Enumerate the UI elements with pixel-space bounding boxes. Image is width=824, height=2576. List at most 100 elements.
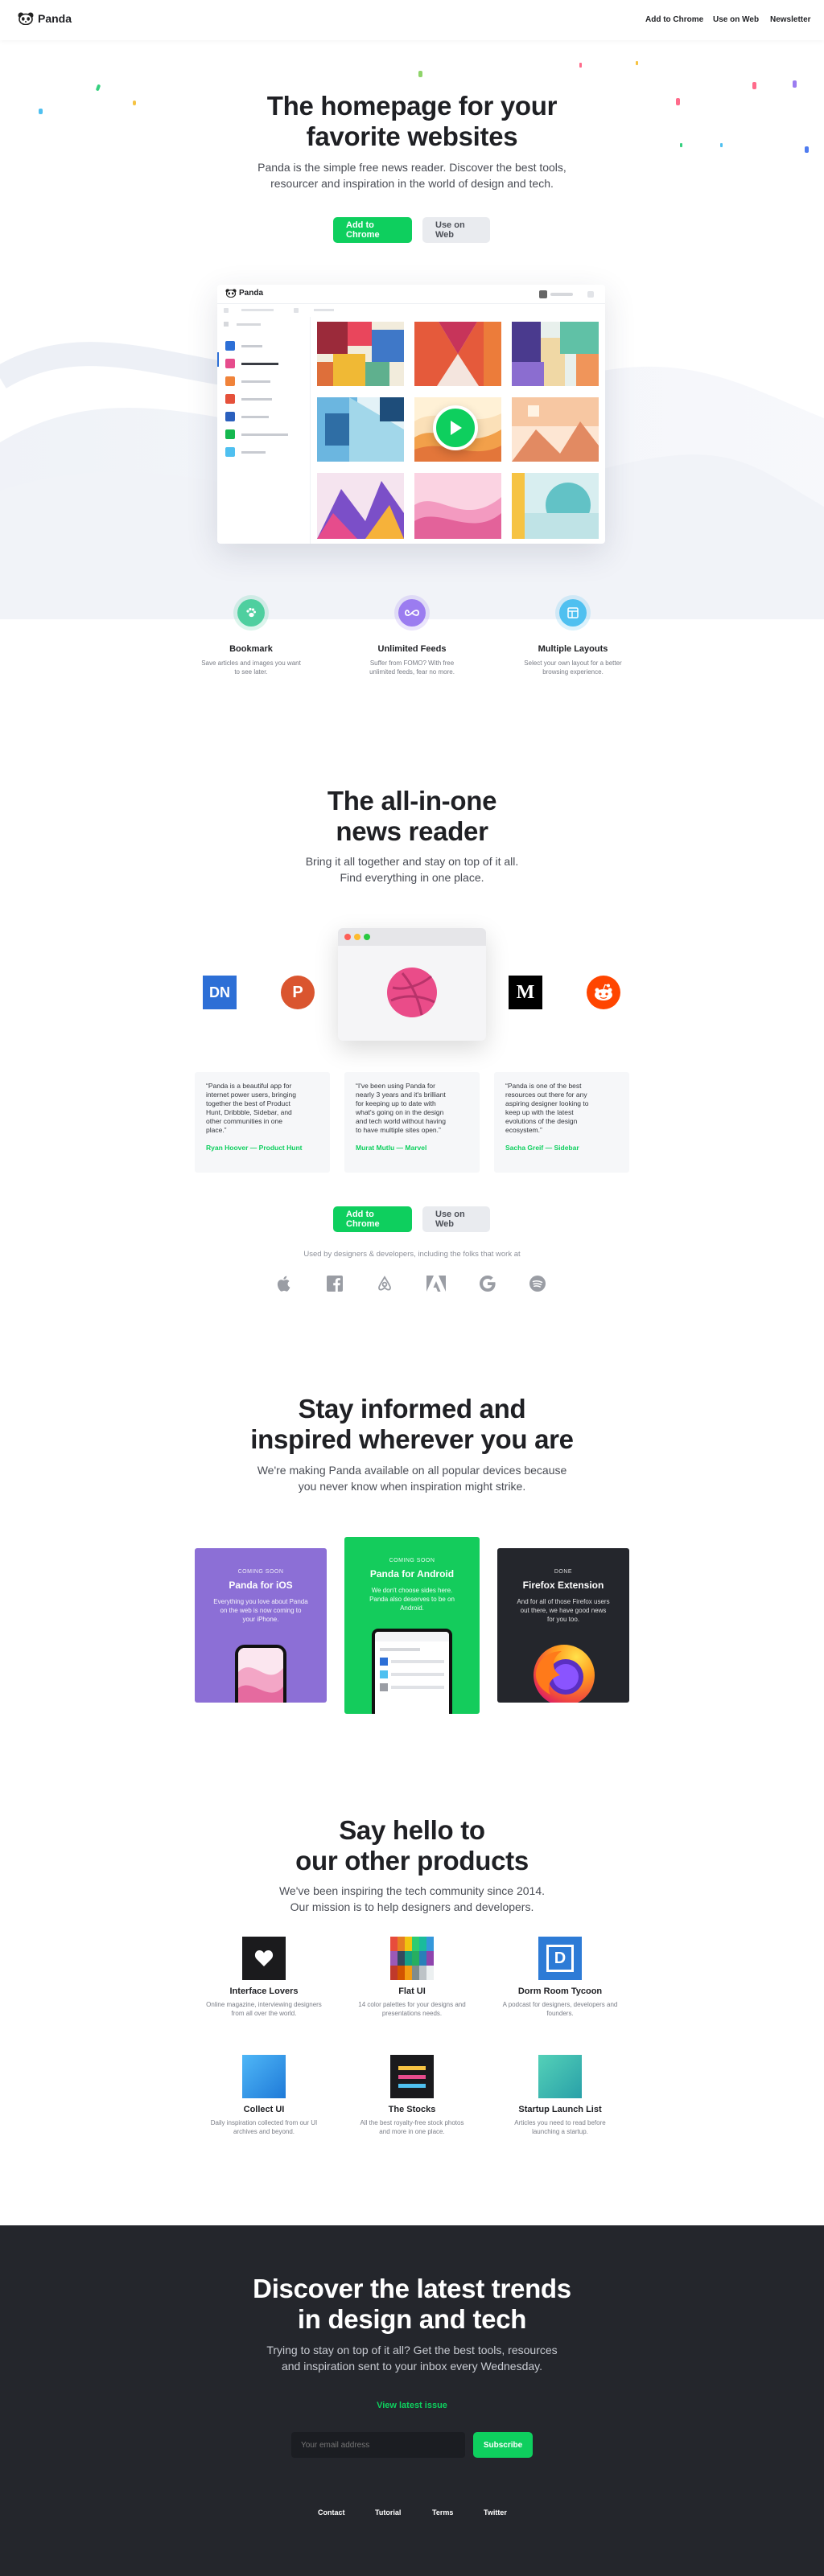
- device-card-firefox[interactable]: DONE Firefox Extension And for all of th…: [497, 1548, 629, 1703]
- nav-use-on-web[interactable]: Use on Web: [713, 15, 759, 24]
- product-title: Dorm Room Tycoon: [517, 1986, 603, 1996]
- dribbble-icon: [387, 968, 437, 1017]
- app-preview-header: Panda: [217, 285, 605, 304]
- subscribe-button[interactable]: Subscribe: [473, 2432, 533, 2458]
- used-by-text: Used by designers & developers, includin…: [303, 1250, 521, 1259]
- browser-mockup: [338, 928, 486, 1041]
- footer-twitter-link[interactable]: Twitter: [484, 2508, 507, 2516]
- hero-subtitle-line2: resourcer and inspiration in the world o…: [270, 177, 554, 190]
- email-input[interactable]: [291, 2432, 465, 2458]
- feature-title: Multiple Layouts: [538, 644, 608, 654]
- footer-terms-link[interactable]: Terms: [432, 2508, 453, 2516]
- feature-desc: Suffer from FOMO? With free unlimited fee…: [369, 659, 455, 676]
- palette-icon: [390, 1937, 434, 1980]
- testimonial-quote: “I've been using Panda for nearly 3 years…: [356, 1082, 446, 1134]
- testimonial-author[interactable]: Ryan Hoover — Product Hunt: [206, 1144, 319, 1152]
- sidebar-source-label: [241, 345, 262, 347]
- allinone-add-to-chrome-button[interactable]: Add to Chrome: [333, 1206, 412, 1232]
- device-card-desc-line: We don't choose sides here.: [371, 1587, 453, 1594]
- device-card-desc-line: on the web is now coming to: [220, 1607, 302, 1614]
- product-title: Flat UI: [398, 1986, 426, 1996]
- hero-use-on-web-button[interactable]: Use on Web: [422, 217, 490, 243]
- product-item[interactable]: Flat UI 14 color palettes for your desig…: [335, 1937, 489, 2018]
- product-item[interactable]: Collect UI Daily inspiration collected f…: [187, 2055, 341, 2136]
- footer-tutorial-link[interactable]: Tutorial: [375, 2508, 401, 2516]
- sidebar-source-icon: [225, 412, 235, 421]
- footer-contact-link[interactable]: Contact: [318, 2508, 345, 2516]
- window-close-dot: [344, 934, 351, 940]
- device-card-title: Firefox Extension: [522, 1580, 604, 1591]
- nav-add-to-chrome[interactable]: Add to Chrome: [645, 15, 703, 24]
- browser-titlebar: [338, 928, 486, 946]
- thumb-8: [414, 473, 501, 539]
- devices-title-line2: inspired wherever you are: [250, 1424, 574, 1454]
- airbnb-icon: [378, 1276, 391, 1291]
- devices-subtitle-line1: We're making Panda available on all popu…: [257, 1464, 567, 1477]
- infinity-icon: [398, 599, 426, 627]
- thumb-1: [317, 322, 404, 386]
- sidebar-source-icon: [225, 394, 235, 404]
- product-item[interactable]: Startup Launch List Articles you need to…: [483, 2055, 637, 2136]
- play-video-button[interactable]: [433, 405, 478, 450]
- app-preview-brand: Panda: [239, 289, 264, 298]
- testimonial-card: “I've been using Panda for nearly 3 years…: [344, 1072, 480, 1173]
- play-icon: [451, 421, 462, 435]
- device-card-title: Panda for iOS: [229, 1580, 293, 1591]
- device-card-desc-line: out there, we have good news: [520, 1607, 607, 1614]
- app-preview-window: Panda: [217, 285, 605, 544]
- apple-icon: [277, 1276, 290, 1292]
- sidebar-source-label: [241, 363, 278, 365]
- newsletter-title-line1: Discover the latest trends: [253, 2274, 571, 2303]
- newsletter-section: Discover the latest trends in design and…: [0, 2225, 824, 2576]
- company-logos: [277, 1274, 547, 1293]
- nav-newsletter[interactable]: Newsletter: [770, 15, 811, 24]
- sidebar-source-icon: [225, 376, 235, 386]
- device-card-android[interactable]: COMING SOON Panda for Android We don't c…: [344, 1537, 480, 1714]
- hero-add-to-chrome-button[interactable]: Add to Chrome: [333, 217, 412, 243]
- testimonial-author[interactable]: Sacha Greif — Sidebar: [505, 1144, 618, 1152]
- hero-title-line1: The homepage for your: [266, 91, 558, 121]
- devices-title: Stay informed and inspired wherever you …: [171, 1394, 653, 1455]
- device-card-desc-line: Everything you love about Panda: [213, 1598, 308, 1605]
- newsletter-title-line2: in design and tech: [297, 2304, 527, 2334]
- sidebar-source-label: [241, 451, 266, 454]
- allinone-subtitle-line1: Bring it all together and stay on top of…: [305, 855, 519, 868]
- device-card-tag: COMING SOON: [389, 1558, 435, 1563]
- launch-list-icon: [538, 2055, 582, 2098]
- device-card-desc-line: Android.: [400, 1604, 424, 1612]
- sidebar-source-label: [241, 416, 269, 418]
- device-card-desc: And for all of those Firefox users out t…: [497, 1597, 629, 1624]
- view-latest-issue-link[interactable]: View latest issue: [332, 2401, 492, 2410]
- layout-icon: [559, 599, 587, 627]
- feature-desc: Select your own layout for a better brows…: [524, 659, 622, 676]
- allinone-title-line1: The all-in-one: [327, 786, 497, 816]
- panda-logo-icon: [18, 12, 34, 25]
- product-item[interactable]: D Dorm Room Tycoon A podcast for designe…: [483, 1937, 637, 2018]
- product-desc: 14 color palettes for your designs and pr…: [358, 2001, 466, 2017]
- iphone-mockup: [235, 1645, 286, 1703]
- newsletter-subtitle-line2: and inspiration sent to your inbox every…: [281, 2360, 542, 2373]
- collect-ui-icon: [242, 2055, 286, 2098]
- designer-news-icon: DN: [209, 984, 230, 1000]
- testimonial-author[interactable]: Murat Mutlu — Marvel: [356, 1144, 468, 1152]
- device-card-ios[interactable]: COMING SOON Panda for iOS Everything you…: [195, 1548, 327, 1703]
- allinone-title-line2: news reader: [336, 816, 488, 846]
- source-reddit: [587, 976, 620, 1009]
- header-placeholder-bar: [550, 293, 573, 296]
- sidebar-source-label: [241, 398, 272, 401]
- sidebar-source-icon: [225, 447, 235, 457]
- product-item[interactable]: The Stocks All the best royalty-free sto…: [335, 2055, 489, 2136]
- feature-item: Multiple Layouts Select your own layout …: [509, 599, 637, 676]
- product-title: The Stocks: [388, 2105, 436, 2114]
- reddit-icon: [595, 984, 612, 1000]
- feature-item: Bookmark Save articles and images you wa…: [187, 599, 315, 676]
- allinone-use-on-web-button[interactable]: Use on Web: [422, 1206, 490, 1232]
- logo[interactable]: Panda: [18, 12, 72, 25]
- firefox-icon: [534, 1645, 595, 1703]
- spotify-icon: [529, 1276, 546, 1292]
- hero-title: The homepage for your favorite websites: [171, 91, 653, 152]
- thumb-9: [512, 473, 599, 539]
- device-card-tag: COMING SOON: [237, 1569, 284, 1575]
- device-card-title: Panda for Android: [369, 1568, 455, 1580]
- product-item[interactable]: Interface Lovers Online magazine, interv…: [187, 1937, 341, 2018]
